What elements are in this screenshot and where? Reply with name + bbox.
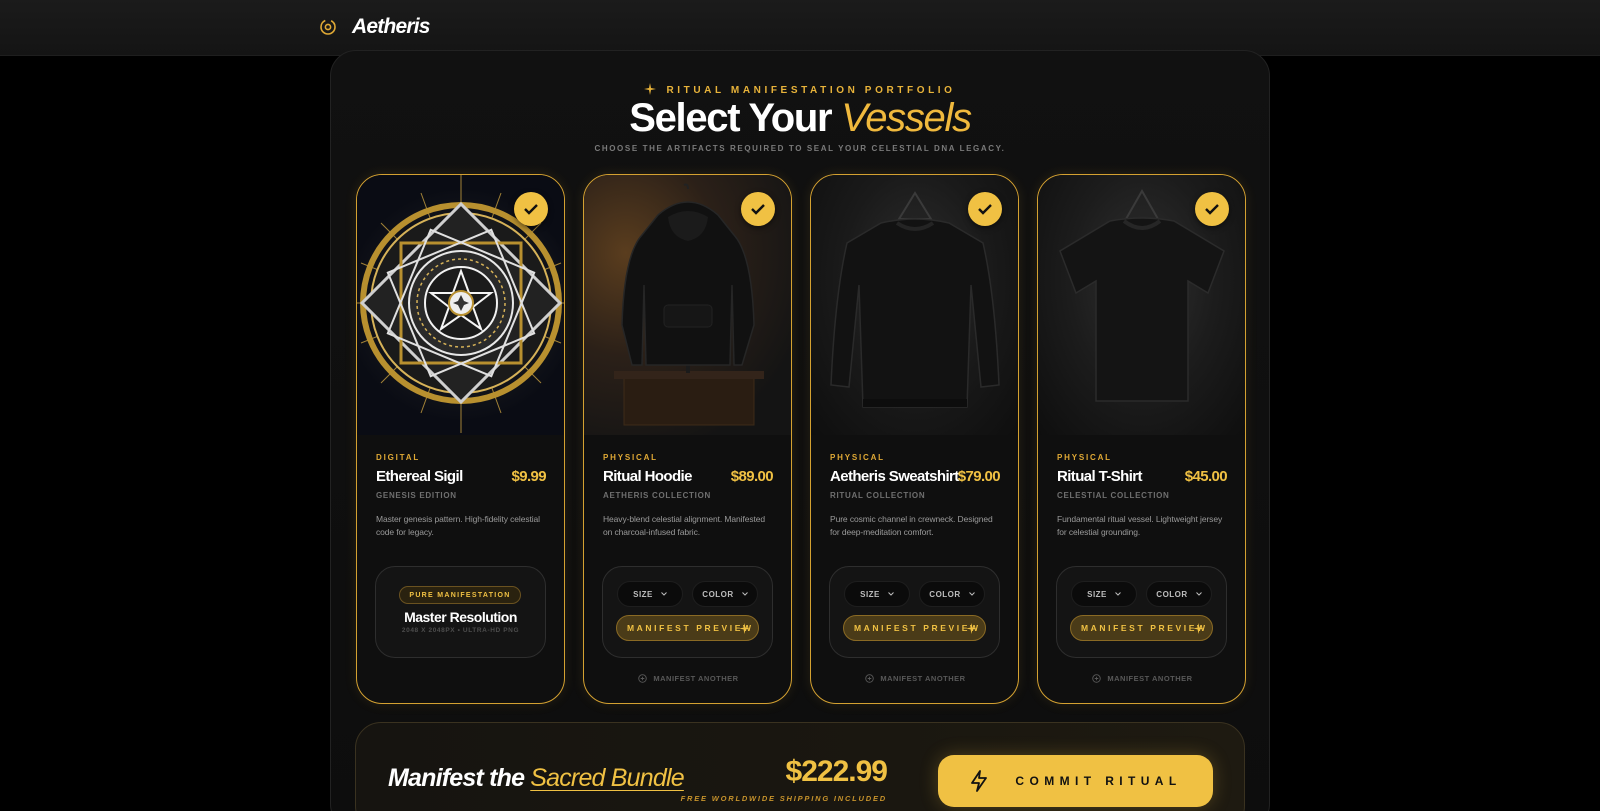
title-accent: Vessels	[841, 96, 972, 140]
plus-circle-icon	[638, 674, 648, 683]
resolution-spec: 2048 X 2048PX • ULTRA-HD PNG	[401, 627, 520, 634]
manifest-another-label: MANIFEST ANOTHER	[880, 674, 966, 683]
chevron-down-icon	[1115, 592, 1121, 596]
selected-check-icon[interactable]	[1195, 192, 1229, 226]
chevron-down-icon	[968, 592, 975, 596]
chevron-down-icon	[1195, 592, 1202, 596]
page-title: Select Your Vessels	[0, 96, 1600, 141]
color-label: COLOR	[702, 589, 734, 599]
product-card-ritual-tshirt[interactable]: PHYSICAL Ritual T-Shirt $45.00 CELESTIAL…	[1037, 174, 1246, 704]
manifest-preview-button[interactable]: MANIFEST PREVIEW	[1070, 615, 1213, 641]
sparkle-icon	[739, 623, 750, 634]
bundle-title-main: Manifest the	[388, 764, 525, 792]
product-category: DIGITAL	[376, 453, 421, 462]
product-description: Master genesis pattern. High-fidelity ce…	[376, 514, 540, 537]
size-select[interactable]: SIZE	[844, 581, 910, 607]
product-description: Heavy-blend celestial alignment. Manifes…	[603, 514, 766, 537]
manifest-another-link[interactable]: MANIFEST ANOTHER	[584, 674, 791, 683]
manifest-preview-label: MANIFEST PREVIEW	[627, 623, 754, 633]
product-price: $9.99	[511, 468, 546, 485]
product-collection: RITUAL COLLECTION	[830, 491, 926, 500]
top-navigation-bar: Aetheris	[0, 0, 1600, 56]
pure-manifestation-badge: PURE MANIFESTATION	[399, 586, 521, 604]
sparkle-icon	[644, 83, 657, 95]
product-category: PHYSICAL	[830, 453, 885, 462]
size-select[interactable]: SIZE	[1071, 581, 1137, 607]
bundle-title-accent: Sacred Bundle	[530, 764, 684, 792]
bundle-total-price: $222.99	[785, 755, 888, 788]
product-image-hoodie	[584, 175, 791, 435]
page-subtitle: CHOOSE THE ARTIFACTS REQUIRED TO SEAL YO…	[594, 144, 1006, 153]
product-category: PHYSICAL	[603, 453, 658, 462]
color-label: COLOR	[929, 589, 961, 599]
plus-circle-icon	[865, 674, 875, 683]
color-select[interactable]: COLOR	[919, 581, 985, 607]
product-category: PHYSICAL	[1057, 453, 1112, 462]
product-name: Aetheris Sweatshirt	[830, 468, 959, 485]
manifest-preview-button[interactable]: MANIFEST PREVIEW	[616, 615, 759, 641]
product-card-ethereal-sigil[interactable]: DIGITAL Ethereal Sigil $9.99 GENESIS EDI…	[356, 174, 565, 704]
shipping-note: FREE WORLDWIDE SHIPPING INCLUDED	[680, 794, 887, 803]
manifest-preview-label: MANIFEST PREVIEW	[1081, 623, 1208, 633]
chevron-down-icon	[661, 592, 667, 596]
lightning-icon	[971, 770, 988, 792]
manifest-another-label: MANIFEST ANOTHER	[653, 674, 739, 683]
section-eyebrow: RITUAL MANIFESTATION PORTFOLIO	[0, 83, 1600, 96]
plus-circle-icon	[1092, 674, 1102, 683]
size-label: SIZE	[1087, 589, 1107, 599]
resolution-title: Master Resolution	[404, 609, 517, 625]
manifest-another-link[interactable]: MANIFEST ANOTHER	[811, 674, 1018, 683]
manifest-another-link[interactable]: MANIFEST ANOTHER	[1038, 674, 1245, 683]
chevron-down-icon	[888, 592, 894, 596]
size-select[interactable]: SIZE	[617, 581, 683, 607]
product-image-sweatshirt	[811, 175, 1018, 435]
size-label: SIZE	[633, 589, 653, 599]
color-select[interactable]: COLOR	[692, 581, 758, 607]
color-select[interactable]: COLOR	[1146, 581, 1212, 607]
color-label: COLOR	[1156, 589, 1188, 599]
product-card-ritual-hoodie[interactable]: PHYSICAL Ritual Hoodie $89.00 AETHERIS C…	[583, 174, 792, 704]
title-main: Select Your	[629, 96, 832, 140]
selected-check-icon[interactable]	[514, 192, 548, 226]
product-image-sigil	[357, 175, 564, 435]
product-description: Fundamental ritual vessel. Lightweight j…	[1057, 514, 1223, 537]
brand[interactable]: Aetheris	[318, 15, 430, 39]
variant-options-box: SIZE COLOR MANIFEST PREVIEW	[1056, 566, 1227, 658]
product-price: $89.00	[730, 468, 774, 485]
product-collection: GENESIS EDITION	[376, 491, 457, 500]
orbit-logo-icon	[320, 19, 336, 35]
variant-options-box: SIZE COLOR MANIFEST PREVIEW	[602, 566, 773, 658]
product-collection: CELESTIAL COLLECTION	[1057, 491, 1170, 500]
bundle-summary-bar: Manifest the Sacred Bundle $222.99 FREE W…	[355, 722, 1245, 811]
sparkle-icon	[1193, 623, 1204, 634]
sparkle-icon	[966, 623, 977, 634]
commit-ritual-button[interactable]: COMMIT RITUAL	[938, 755, 1213, 807]
selected-check-icon[interactable]	[968, 192, 1002, 226]
brand-name: Aetheris	[352, 15, 430, 38]
chevron-down-icon	[741, 592, 748, 596]
product-image-tshirt	[1038, 175, 1245, 435]
manifest-another-label: MANIFEST ANOTHER	[1107, 674, 1193, 683]
product-card-aetheris-sweatshirt[interactable]: PHYSICAL Aetheris Sweatshirt $79.00 RITU…	[810, 174, 1019, 704]
digital-resolution-box: PURE MANIFESTATION Master Resolution 204…	[375, 566, 546, 658]
selected-check-icon[interactable]	[741, 192, 775, 226]
variant-options-box: SIZE COLOR MANIFEST PREVIEW	[829, 566, 1000, 658]
size-label: SIZE	[860, 589, 880, 599]
manifest-preview-button[interactable]: MANIFEST PREVIEW	[843, 615, 986, 641]
product-collection: AETHERIS COLLECTION	[603, 491, 711, 500]
commit-ritual-label: COMMIT RITUAL	[1015, 774, 1182, 788]
product-name: Ethereal Sigil	[376, 468, 463, 485]
eyebrow-text: RITUAL MANIFESTATION PORTFOLIO	[666, 85, 956, 96]
product-name: Ritual T-Shirt	[1057, 468, 1143, 485]
bundle-title: Manifest the Sacred Bundle	[388, 764, 685, 793]
product-price: $79.00	[957, 468, 1001, 485]
product-name: Ritual Hoodie	[603, 468, 692, 485]
product-price: $45.00	[1184, 468, 1228, 485]
product-description: Pure cosmic channel in crewneck. Designe…	[830, 514, 993, 537]
manifest-preview-label: MANIFEST PREVIEW	[854, 623, 981, 633]
